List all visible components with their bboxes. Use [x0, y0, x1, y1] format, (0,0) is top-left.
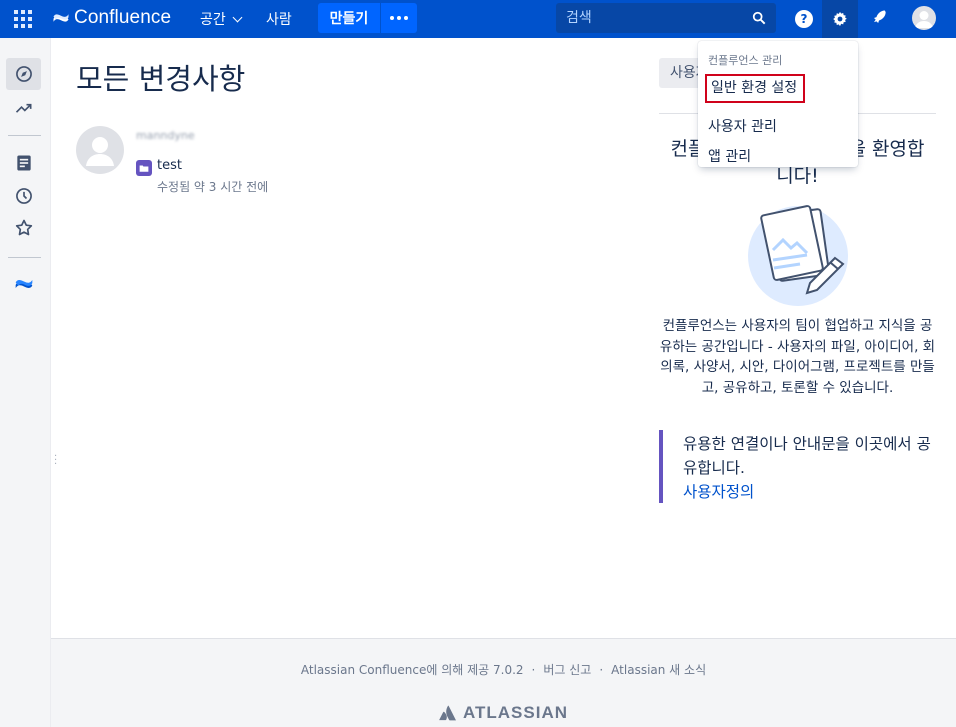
sidebar-divider [8, 257, 41, 258]
sidebar-item-starred[interactable] [6, 212, 41, 244]
top-navigation-bar: Confluence 공간 사람 만들기 ? [0, 0, 956, 38]
app-switcher-icon[interactable] [14, 10, 32, 28]
welcome-title-end: 을 환영합 [848, 138, 925, 160]
report-bug-link[interactable]: 버그 신고 [543, 663, 591, 677]
sidebar [0, 38, 51, 727]
menu-item-user-management[interactable]: 사용자 관리 [708, 116, 777, 136]
spaces-label: 공간 [200, 12, 226, 28]
search-box [556, 3, 776, 33]
footer-links: Atlassian Confluence에 의해 제공 7.0.2 · 버그 신고 ·… [51, 661, 956, 678]
more-options-button[interactable] [381, 3, 417, 33]
folder-icon [136, 160, 152, 176]
sidebar-item-discover[interactable] [6, 58, 41, 90]
search-icon[interactable] [752, 11, 766, 25]
info-panel: 유용한 연결이나 안내문을 이곳에서 공유합니다. 사용자정의 [659, 430, 936, 503]
menu-item-app-management[interactable]: 앱 관리 [708, 146, 751, 166]
people-link[interactable]: 사람 [266, 9, 292, 29]
atlassian-logo-icon [439, 705, 456, 721]
help-icon[interactable]: ? [795, 10, 813, 28]
sidebar-item-feed[interactable] [6, 147, 41, 179]
sidebar-divider [8, 135, 41, 136]
atlassian-logo[interactable]: ATLASSIAN [439, 703, 568, 723]
feed-icon [16, 155, 31, 171]
sidebar-item-recent[interactable] [6, 180, 41, 212]
page-title: 모든 변경사항 [76, 62, 246, 96]
footer: Atlassian Confluence에 의해 제공 7.0.2 · 버그 신고 ·… [51, 638, 956, 727]
admin-dropdown-menu: 컨플루언스 관리 사용자 관리 앱 관리 [698, 41, 858, 167]
menu-item-general-configuration[interactable]: 일반 환경 설정 [705, 74, 805, 103]
star-icon [15, 219, 32, 236]
chevron-down-icon [232, 12, 243, 22]
sidebar-resize-handle[interactable]: · · · [54, 452, 58, 470]
logo-text: Confluence [74, 7, 172, 28]
welcome-title-line2: 니다! [776, 165, 819, 187]
feed-meta: 수정됨 약 3 시간 전에 [157, 180, 269, 194]
user-avatar[interactable] [912, 6, 936, 30]
document-illustration-icon [748, 205, 848, 306]
spaces-menu[interactable]: 공간 [200, 9, 243, 29]
feed-user-name[interactable]: manndyne [136, 129, 195, 142]
gear-icon [833, 11, 847, 27]
avatar[interactable] [76, 126, 124, 174]
powered-by-link[interactable]: Atlassian Confluence에 의해 제공 7.0.2 [301, 663, 524, 677]
admin-menu-heading: 컨플루언스 관리 [708, 54, 783, 67]
confluence-logo-icon [53, 14, 69, 22]
compass-icon [15, 66, 32, 82]
sidebar-item-analytics[interactable] [6, 92, 41, 124]
clock-icon [15, 188, 32, 204]
confluence-logo[interactable]: Confluence [52, 7, 171, 29]
feed-page-link[interactable]: test [157, 158, 182, 173]
chart-icon [15, 103, 31, 113]
sidebar-item-confluence[interactable] [6, 268, 41, 300]
footer-separator: · [599, 663, 604, 677]
search-input[interactable] [556, 3, 746, 33]
avatar-icon [915, 11, 933, 28]
avatar-icon [86, 137, 114, 166]
confluence-logo-icon [15, 279, 32, 289]
info-text: 유용한 연결이나 안내문을 이곳에서 공유합니다. [683, 435, 931, 477]
atlassian-logo-text: ATLASSIAN [463, 703, 569, 722]
footer-separator: · [531, 663, 536, 677]
notifications-icon[interactable] [869, 8, 889, 28]
welcome-description: 컨플루언스는 사용자의 팀이 협업하고 지식을 공유하는 공간입니다 - 사용자… [659, 318, 936, 396]
news-link[interactable]: Atlassian 새 소식 [611, 663, 706, 677]
customize-link[interactable]: 사용자정의 [683, 480, 754, 504]
settings-button[interactable] [822, 0, 858, 38]
create-button[interactable]: 만들기 [318, 3, 380, 33]
